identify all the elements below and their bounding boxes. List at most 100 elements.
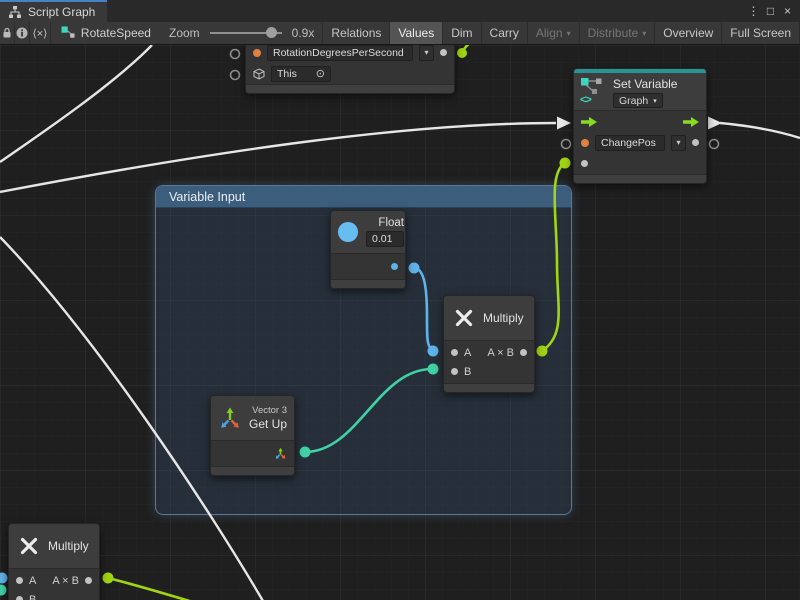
output-port-axb[interactable] bbox=[85, 577, 92, 584]
variable-name-dropdown[interactable]: ChangePos bbox=[595, 135, 665, 151]
close-button[interactable]: × bbox=[779, 1, 796, 21]
flow-wire[interactable] bbox=[0, 45, 152, 162]
chevron-down-icon: ▾ bbox=[642, 29, 646, 38]
vector3-output-port[interactable] bbox=[274, 447, 287, 460]
tab-title: Script Graph bbox=[28, 5, 95, 19]
group-header[interactable]: Variable Input bbox=[156, 186, 571, 208]
node-header: <> Set Variable Graph ▾ bbox=[574, 73, 706, 111]
node-title: Set Variable bbox=[613, 77, 677, 91]
group-title: Variable Input bbox=[169, 190, 245, 204]
maximize-button[interactable]: □ bbox=[762, 1, 779, 21]
zoom-slider-handle[interactable] bbox=[266, 27, 277, 38]
script-graph-icon bbox=[8, 5, 22, 19]
info-icon bbox=[15, 26, 29, 40]
port-ring[interactable] bbox=[231, 50, 240, 59]
port-row-b: B bbox=[9, 590, 99, 600]
lock-icon bbox=[0, 26, 14, 40]
get-variable-node[interactable]: RotationDegreesPerSecond ▾ This ⊙ bbox=[245, 45, 455, 94]
toolbar-button-dim[interactable]: Dim bbox=[443, 22, 481, 44]
chevron-down-icon: ▾ bbox=[653, 97, 657, 105]
node-header: Vector 3 Get Up bbox=[211, 396, 294, 441]
flow-wire-into-set-variable[interactable] bbox=[0, 123, 556, 192]
toolbar-button-relations[interactable]: Relations bbox=[323, 22, 390, 44]
port-ring[interactable] bbox=[710, 140, 719, 149]
value-wire-green[interactable] bbox=[462, 45, 476, 53]
object-picker-icon[interactable]: ⊙ bbox=[316, 67, 325, 80]
toolbar-button-distribute[interactable]: Distribute ▾ bbox=[580, 22, 656, 44]
dropdown-arrow-button[interactable]: ▾ bbox=[419, 45, 434, 61]
input-port-b[interactable] bbox=[451, 368, 458, 375]
output-port-axb[interactable] bbox=[520, 349, 527, 356]
multiply-node[interactable]: Multiply A A × B B bbox=[443, 295, 535, 393]
variable-port[interactable] bbox=[581, 139, 589, 147]
window-tab-bar: Script Graph ⋮ □ × bbox=[0, 0, 800, 22]
flow-out-port[interactable] bbox=[683, 117, 699, 127]
graph-breadcrumb[interactable]: RotateSpeed bbox=[51, 22, 161, 44]
multiply-x-icon bbox=[18, 535, 40, 557]
tab-script-graph[interactable]: Script Graph bbox=[0, 0, 107, 22]
node-footer bbox=[574, 174, 706, 183]
variable-name-dropdown[interactable]: RotationDegreesPerSecond bbox=[267, 45, 413, 61]
set-variable-node[interactable]: <> Set Variable Graph ▾ bbox=[573, 68, 707, 184]
variable-port[interactable] bbox=[253, 49, 261, 57]
node-footer bbox=[444, 383, 534, 392]
zoom-value: 0.9x bbox=[292, 26, 315, 40]
node-footer bbox=[246, 84, 454, 93]
graph-node-icon bbox=[61, 26, 75, 40]
flow-row bbox=[574, 111, 706, 132]
input-port-a[interactable] bbox=[451, 349, 458, 356]
multiply-node-bottom[interactable]: Multiply A A × B B bbox=[8, 523, 100, 600]
window-menu-button[interactable]: ⋮ bbox=[745, 1, 762, 21]
float-output-port[interactable] bbox=[391, 263, 398, 270]
input-port-b[interactable] bbox=[16, 596, 23, 600]
toolbar-button-carry[interactable]: Carry bbox=[482, 22, 528, 44]
node-header: Multiply bbox=[444, 296, 534, 341]
toolbar-button-align[interactable]: Align ▾ bbox=[528, 22, 580, 44]
value-input-port[interactable] bbox=[581, 160, 588, 167]
value-output-port[interactable] bbox=[440, 49, 447, 56]
port-row-a: A A × B bbox=[9, 571, 99, 590]
node-type-label: Vector 3 bbox=[252, 405, 287, 416]
info-button[interactable] bbox=[15, 22, 30, 44]
port-ring[interactable] bbox=[231, 71, 240, 80]
lock-button[interactable] bbox=[0, 22, 15, 44]
multiply-x-icon bbox=[453, 307, 475, 329]
flow-wire-out-of-set-variable[interactable] bbox=[720, 123, 800, 138]
value-output-port[interactable] bbox=[692, 139, 699, 146]
toolbar-button-overview[interactable]: Overview bbox=[655, 22, 722, 44]
node-title: Float bbox=[378, 217, 404, 229]
port-row-a: A A × B bbox=[444, 343, 534, 362]
vector3-get-up-node[interactable]: Vector 3 Get Up bbox=[210, 395, 295, 476]
port-row-b: B bbox=[444, 362, 534, 381]
zoom-label: Zoom bbox=[169, 26, 200, 40]
code-brackets-icon: ⟨×⟩ bbox=[32, 27, 47, 40]
window-controls: ⋮ □ × bbox=[745, 0, 800, 22]
port-ring[interactable] bbox=[562, 140, 571, 149]
node-header: Float 0.01 bbox=[331, 211, 405, 254]
toolbar-button-values[interactable]: Values bbox=[390, 22, 443, 44]
value-wire-green-bottom[interactable] bbox=[108, 578, 196, 600]
chevron-down-icon: ▾ bbox=[567, 29, 571, 38]
node-footer bbox=[211, 466, 294, 475]
float-value-input[interactable]: 0.01 bbox=[366, 231, 404, 247]
flow-in-port[interactable] bbox=[581, 117, 597, 127]
breadcrumb-label: RotateSpeed bbox=[81, 26, 151, 40]
target-row: This ⊙ bbox=[246, 63, 454, 84]
toolbar-button-fullscreen[interactable]: Full Screen bbox=[722, 22, 800, 44]
edit-source-button[interactable]: ⟨×⟩ bbox=[30, 22, 51, 44]
target-object-field[interactable]: This ⊙ bbox=[271, 66, 331, 82]
gameobject-cube-icon bbox=[253, 68, 265, 80]
variable-name-row: RotationDegreesPerSecond ▾ bbox=[246, 45, 454, 63]
node-title: Multiply bbox=[48, 539, 89, 553]
flow-arrowhead bbox=[708, 117, 722, 130]
input-port-a[interactable] bbox=[16, 577, 23, 584]
node-title: Get Up bbox=[249, 417, 287, 431]
graph-canvas[interactable]: Variable Input bbox=[0, 45, 800, 600]
variable-scope-dropdown[interactable]: Graph ▾ bbox=[613, 93, 663, 108]
float-type-icon bbox=[338, 222, 358, 242]
dropdown-arrow-button[interactable]: ▾ bbox=[671, 135, 686, 151]
zoom-slider[interactable] bbox=[210, 32, 282, 34]
node-title: Multiply bbox=[483, 311, 524, 325]
float-literal-node[interactable]: Float 0.01 bbox=[330, 210, 406, 289]
value-input-row bbox=[574, 153, 706, 174]
